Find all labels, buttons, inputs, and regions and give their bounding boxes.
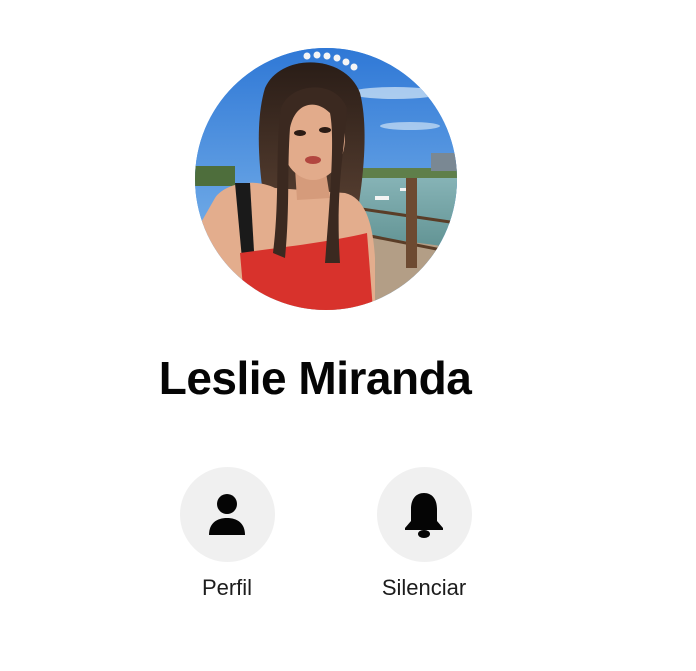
profile-photo	[195, 48, 457, 310]
profile-button-circle[interactable]	[179, 467, 275, 562]
person-icon	[209, 493, 245, 535]
profile-button-label[interactable]: Perfil	[147, 575, 307, 601]
bell-icon	[405, 492, 443, 538]
contact-name: Leslie Miranda	[158, 352, 472, 404]
mute-button-label[interactable]: Silenciar	[344, 575, 504, 601]
contact-profile-header: Leslie Miranda Perfil Silenciar	[0, 0, 696, 671]
profile-button[interactable]: Perfil	[147, 467, 307, 601]
mute-button-circle[interactable]	[376, 467, 472, 562]
avatar[interactable]	[195, 48, 457, 310]
mute-button[interactable]: Silenciar	[344, 467, 504, 601]
